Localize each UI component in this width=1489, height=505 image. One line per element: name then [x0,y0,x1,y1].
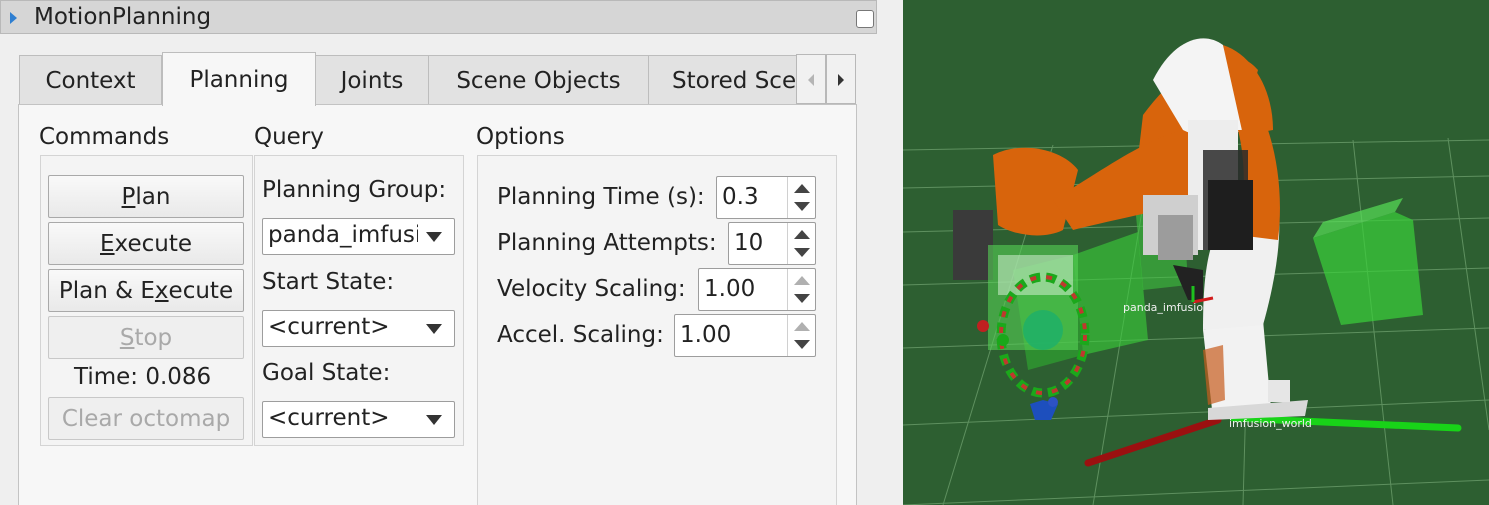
spin-up-icon[interactable] [794,276,810,285]
tab-scroll-right-button[interactable] [826,54,856,104]
chevron-left-icon [808,74,814,86]
dock-title-bar[interactable]: MotionPlanning [0,0,877,34]
spin-down-icon[interactable] [794,294,810,303]
start-state-value: <current> [268,314,390,340]
spin-arrows [787,269,815,310]
spin-down-icon[interactable] [794,248,810,257]
tcp-frame-label: panda_imfusion_hand_tcp [1123,301,1267,314]
tab-planning[interactable]: Planning [162,52,316,106]
world-x-axis [1084,416,1222,467]
clear-octomap-button[interactable]: Clear octomap [48,397,244,440]
dropdown-arrow-icon [426,232,442,242]
planning-group-value: panda_imfusion [268,222,418,248]
velocity-scaling-value: 1.00 [704,276,756,302]
dock-title: MotionPlanning [34,4,212,30]
spin-up-icon[interactable] [794,184,810,193]
expand-arrow-icon[interactable] [8,10,20,26]
spin-down-icon[interactable] [794,340,810,349]
planning-attempts-spinbox[interactable]: 10 [728,222,816,265]
commands-section-title: Commands [39,124,170,150]
velocity-scaling-spinbox[interactable]: 1.00 [698,268,816,311]
plan-and-execute-button[interactable]: Plan & Ex ecute [48,269,244,312]
spin-down-icon[interactable] [794,202,810,211]
execute-button[interactable]: Execute [48,222,244,265]
planning-time-readout: Time: 0.086 [74,364,212,390]
spin-arrows [787,177,815,218]
float-dock-checkbox[interactable] [856,10,874,28]
dropdown-arrow-icon [426,415,442,425]
planning-group-select[interactable]: panda_imfusion [262,218,455,255]
planning-time-value: 0.3 [722,184,759,210]
tab-scroll-left-button[interactable] [796,54,826,104]
planning-attempts-label: Planning Attempts: [497,230,717,256]
options-section-title: Options [476,124,565,150]
tab-scene-objects[interactable]: Scene Objects [428,55,649,105]
tab-joints[interactable]: Joints [315,55,429,105]
motion-planning-dock: MotionPlanning Context Planning Joints S… [0,0,903,505]
velocity-scaling-label: Velocity Scaling: [497,276,686,302]
planning-attempts-value: 10 [734,230,764,256]
chevron-right-icon [838,74,844,86]
spin-up-icon[interactable] [794,322,810,331]
accel-scaling-spinbox[interactable]: 1.00 [674,314,816,357]
stop-button[interactable]: Stop [48,316,244,359]
goal-state-label: Goal State: [262,360,391,386]
spin-arrows [787,315,815,356]
tab-context[interactable]: Context [19,55,162,105]
planning-time-spinbox[interactable]: 0.3 [716,176,816,219]
spin-up-icon[interactable] [794,230,810,239]
plan-button[interactable]: Plan [48,175,244,218]
goal-state-select[interactable]: <current> [262,401,455,438]
planning-time-label: Planning Time (s): [497,184,705,210]
start-state-label: Start State: [262,269,395,295]
planning-group-label: Planning Group: [262,177,447,203]
rviz-3d-viewport[interactable]: panda_imfusion_hand_tcp imfusion_world [903,0,1489,505]
world-frame-label: imfusion_world [1229,417,1312,430]
start-state-select[interactable]: <current> [262,310,455,347]
query-section-title: Query [254,124,324,150]
goal-state-value: <current> [268,405,390,431]
spin-arrows [787,223,815,264]
accel-scaling-value: 1.00 [680,322,732,348]
scene-render [903,38,1489,505]
dropdown-arrow-icon [426,324,442,334]
tab-stored-scenes[interactable]: Stored Sce [648,55,798,105]
accel-scaling-label: Accel. Scaling: [497,322,664,348]
